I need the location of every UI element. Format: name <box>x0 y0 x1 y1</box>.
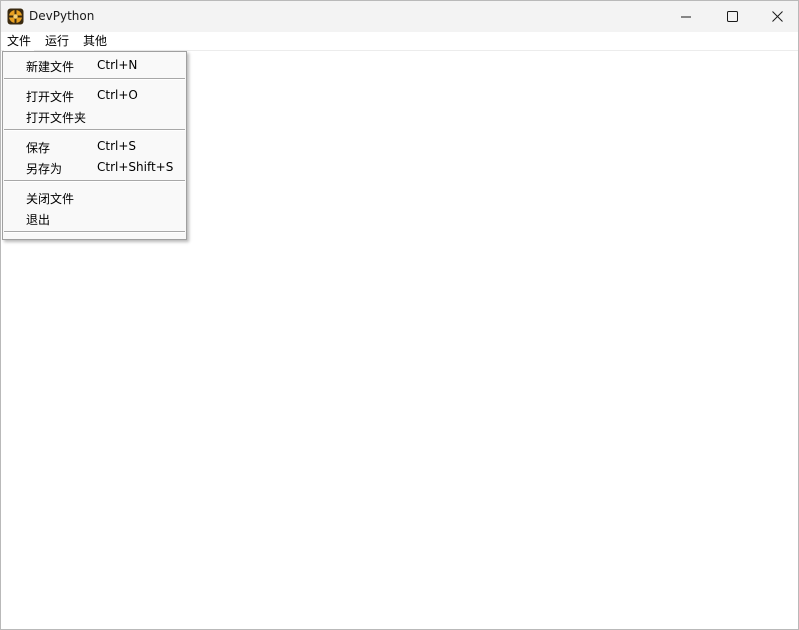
window-title: DevPython <box>29 9 95 23</box>
maximize-button[interactable] <box>709 1 755 32</box>
close-button[interactable] <box>754 1 799 32</box>
minimize-button[interactable] <box>663 1 709 32</box>
maximize-icon <box>726 11 738 22</box>
editor-area[interactable] <box>1 52 798 629</box>
menu-bar: 文件 运行 其他 <box>1 32 798 51</box>
menu-other[interactable]: 其他 <box>80 33 110 51</box>
close-icon <box>771 11 783 22</box>
title-bar[interactable]: DevPython <box>1 1 798 32</box>
python-app-icon <box>7 8 24 25</box>
minimize-icon <box>681 16 691 17</box>
menu-file[interactable]: 文件 <box>4 33 35 51</box>
app-window: DevPython 文件 运行 其他 新建文件 Ctrl+N 打开文件 Ctrl… <box>0 0 799 630</box>
menu-run[interactable]: 运行 <box>42 33 72 51</box>
